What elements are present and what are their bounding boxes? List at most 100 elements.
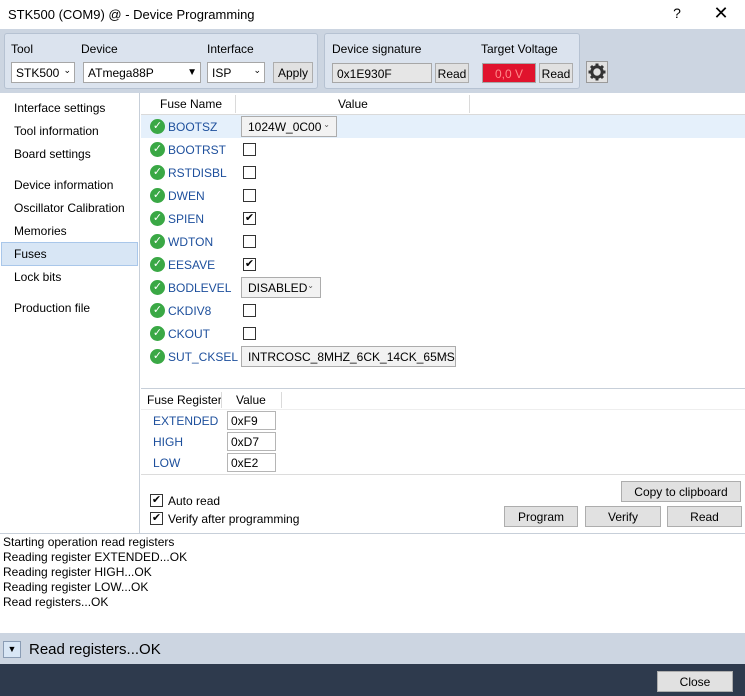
fuse-checkbox-dwen[interactable] xyxy=(243,189,256,202)
sidebar-item-tool-information[interactable]: Tool information xyxy=(14,124,99,138)
fuse-dropdown-sut_cksel[interactable]: INTRCOSC_8MHZ_6CK_14CK_65MS ⌄ xyxy=(241,346,456,367)
register-table: Fuse Register Value EXTENDED 0xF9 HIGH 0… xyxy=(141,388,745,474)
check-circle-icon: ✓ xyxy=(150,257,165,272)
caret-down-icon: ▼ xyxy=(7,644,17,654)
fuse-dropdown-value: 1024W_0C00 xyxy=(248,120,322,134)
fuse-checkbox-wdton[interactable] xyxy=(243,235,256,248)
device-select[interactable]: ATmega88P ▼ xyxy=(83,62,201,83)
verify-checkbox[interactable]: ✔ xyxy=(150,512,163,525)
col-register-value: Value xyxy=(236,393,266,407)
sidebar-item-interface-settings[interactable]: Interface settings xyxy=(14,101,105,115)
sidebar-item-production-file[interactable]: Production file xyxy=(14,301,90,315)
fuse-row-ckdiv8: ✓ CKDIV8 xyxy=(141,299,745,322)
gear-icon xyxy=(588,63,606,81)
fuse-name: CKDIV8 xyxy=(168,304,212,318)
chevron-down-icon: ⌄ xyxy=(307,281,314,290)
footer-bar: Close xyxy=(0,664,745,696)
fuse-table-header: Fuse Name Value xyxy=(141,93,745,115)
close-window-button[interactable]: ✕ xyxy=(710,3,732,24)
sidebar-item-memories[interactable]: Memories xyxy=(14,224,67,238)
check-circle-icon: ✓ xyxy=(150,234,165,249)
fuse-dropdown-value: INTRCOSC_8MHZ_6CK_14CK_65MS xyxy=(248,350,455,364)
verify-label: Verify after programming xyxy=(168,512,300,526)
check-circle-icon: ✓ xyxy=(150,142,165,157)
window-title: STK500 (COM9) @ - Device Programming xyxy=(8,7,255,22)
fuse-row-rstdisbl: ✓ RSTDISBL xyxy=(141,161,745,184)
sidebar-item-fuses[interactable]: Fuses xyxy=(14,247,47,261)
read-button[interactable]: Read xyxy=(667,506,742,527)
fuse-checkbox-ckout[interactable] xyxy=(243,327,256,340)
apply-button[interactable]: Apply xyxy=(273,62,313,83)
tool-select[interactable]: STK500 ⌄ xyxy=(11,62,75,83)
log-line: Starting operation read registers xyxy=(3,535,175,549)
program-button[interactable]: Program xyxy=(504,506,578,527)
help-button[interactable]: ? xyxy=(668,5,686,21)
fuse-dropdown-bodlevel[interactable]: DISABLED ⌄ xyxy=(241,277,321,298)
voltage-read-button[interactable]: Read xyxy=(539,63,573,83)
log-line: Reading register HIGH...OK xyxy=(3,565,152,579)
fuse-name: RSTDISBL xyxy=(168,166,227,180)
sidebar-item-oscillator-calibration[interactable]: Oscillator Calibration xyxy=(14,201,125,215)
signature-label: Device signature xyxy=(332,42,422,56)
copy-to-clipboard-button[interactable]: Copy to clipboard xyxy=(621,481,741,502)
log-line: Read registers...OK xyxy=(3,595,109,609)
signature-group: Device signature 0x1E930F Read Target Vo… xyxy=(324,33,580,89)
chevron-down-icon: ⌄ xyxy=(63,65,71,75)
check-circle-icon: ✓ xyxy=(150,165,165,180)
fuse-checkbox-ckdiv8[interactable] xyxy=(243,304,256,317)
signature-read-button[interactable]: Read xyxy=(435,63,469,83)
register-low-value[interactable]: 0xE2 xyxy=(227,453,276,472)
action-panel: ✔ Auto read ✔ Verify after programming C… xyxy=(141,474,745,532)
register-extended-name: EXTENDED xyxy=(153,414,219,428)
fuse-name: DWEN xyxy=(168,189,205,203)
fuse-dropdown-bootsz[interactable]: 1024W_0C00 ⌄ xyxy=(241,116,337,137)
check-circle-icon: ✓ xyxy=(150,326,165,341)
expand-log-button[interactable]: ▼ xyxy=(3,641,21,658)
fuse-checkbox-rstdisbl[interactable] xyxy=(243,166,256,179)
fuse-checkbox-eesave[interactable]: ✔ xyxy=(243,258,256,271)
fuse-dropdown-value: DISABLED xyxy=(248,281,308,295)
close-button[interactable]: Close xyxy=(657,671,733,692)
fuse-name: SUT_CKSEL xyxy=(168,350,239,364)
auto-read-checkbox[interactable]: ✔ xyxy=(150,494,163,507)
fuse-checkbox-bootrst[interactable] xyxy=(243,143,256,156)
register-extended-value[interactable]: 0xF9 xyxy=(227,411,276,430)
fuse-checkbox-spien[interactable]: ✔ xyxy=(243,212,256,225)
auto-read-label: Auto read xyxy=(168,494,221,508)
sidebar-item-device-information[interactable]: Device information xyxy=(14,178,113,192)
verify-button[interactable]: Verify xyxy=(585,506,661,527)
status-text: Read registers...OK xyxy=(29,641,161,658)
fuse-row-bodlevel: ✓ BODLEVEL DISABLED ⌄ xyxy=(141,276,745,299)
log-line: Reading register EXTENDED...OK xyxy=(3,550,188,564)
fuse-name: SPIEN xyxy=(168,212,205,226)
check-circle-icon: ✓ xyxy=(150,349,165,364)
register-high-value[interactable]: 0xD7 xyxy=(227,432,276,451)
check-circle-icon: ✓ xyxy=(150,119,165,134)
device-select-value: ATmega88P xyxy=(88,66,154,80)
voltage-field: 0,0 V xyxy=(482,63,536,83)
title-bar: STK500 (COM9) @ - Device Programming ? ✕ xyxy=(0,0,745,29)
fuse-row-spien: ✓ SPIEN ✔ xyxy=(141,207,745,230)
chevron-down-icon: ⌄ xyxy=(323,120,330,129)
tool-group: Tool STK500 ⌄ Device ATmega88P ▼ Interfa… xyxy=(4,33,318,89)
fuse-row-dwen: ✓ DWEN xyxy=(141,184,745,207)
toolbar: Tool STK500 ⌄ Device ATmega88P ▼ Interfa… xyxy=(0,29,745,93)
fuse-row-ckout: ✓ CKOUT xyxy=(141,322,745,345)
check-circle-icon: ✓ xyxy=(150,211,165,226)
fuse-row-bootrst: ✓ BOOTRST xyxy=(141,138,745,161)
col-fuse-register: Fuse Register xyxy=(147,393,222,407)
divider xyxy=(141,409,745,410)
status-bar: ▼ Read registers...OK xyxy=(0,633,745,664)
output-log: Starting operation read registers Readin… xyxy=(0,533,745,633)
sidebar-item-board-settings[interactable]: Board settings xyxy=(14,147,91,161)
fuse-row-sut_cksel: ✓ SUT_CKSEL INTRCOSC_8MHZ_6CK_14CK_65MS ⌄ xyxy=(141,345,745,368)
fuse-name: WDTON xyxy=(168,235,214,249)
chevron-down-icon: ⌄ xyxy=(253,65,261,75)
divider xyxy=(281,392,282,408)
sidebar-item-lock-bits[interactable]: Lock bits xyxy=(14,270,61,284)
settings-button[interactable] xyxy=(586,61,608,83)
device-label: Device xyxy=(81,42,118,56)
chevron-down-icon: ⌄ xyxy=(442,350,449,359)
signature-field: 0x1E930F xyxy=(332,63,432,83)
interface-select[interactable]: ISP ⌄ xyxy=(207,62,265,83)
